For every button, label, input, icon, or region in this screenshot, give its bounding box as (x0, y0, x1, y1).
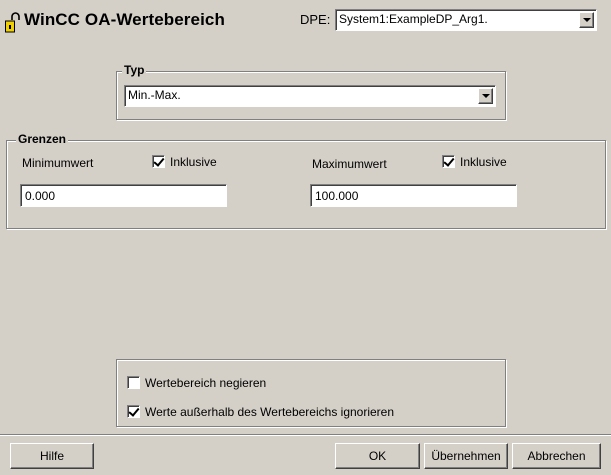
min-inclusive-checkbox[interactable] (152, 155, 165, 168)
negate-label: Wertebereich negieren (145, 376, 267, 390)
typ-legend: Typ (122, 63, 147, 77)
cancel-button[interactable]: Abbrechen (512, 443, 601, 469)
ignore-label: Werte außerhalb des Wertebereichs ignori… (145, 405, 395, 419)
dpe-select-value: System1:ExampleDP_Arg1. (339, 12, 488, 26)
ignore-checkbox[interactable] (127, 405, 140, 418)
apply-button[interactable]: Übernehmen (424, 443, 508, 469)
negate-checkbox[interactable] (127, 376, 140, 389)
ok-button[interactable]: OK (335, 443, 420, 469)
typ-select-value: Min.-Max. (128, 88, 181, 102)
lock-icon (5, 12, 20, 33)
chevron-down-icon[interactable] (579, 12, 594, 28)
min-inclusive-label: Inklusive (170, 155, 217, 169)
max-inclusive-checkbox[interactable] (442, 155, 455, 168)
help-button[interactable]: Hilfe (10, 443, 94, 469)
dpe-label: DPE: (300, 12, 331, 27)
max-value-input[interactable] (310, 184, 517, 207)
chevron-down-icon[interactable] (478, 88, 493, 104)
window-title: WinCC OA-Wertebereich (24, 10, 225, 29)
dpe-select[interactable]: System1:ExampleDP_Arg1. (335, 9, 597, 31)
grenzen-legend: Grenzen (16, 132, 69, 146)
max-label: Maximumwert (312, 157, 387, 171)
min-value-input[interactable] (20, 184, 227, 207)
min-label: Minimumwert (22, 156, 94, 170)
max-inclusive-label: Inklusive (460, 155, 507, 169)
typ-select[interactable]: Min.-Max. (124, 85, 496, 107)
